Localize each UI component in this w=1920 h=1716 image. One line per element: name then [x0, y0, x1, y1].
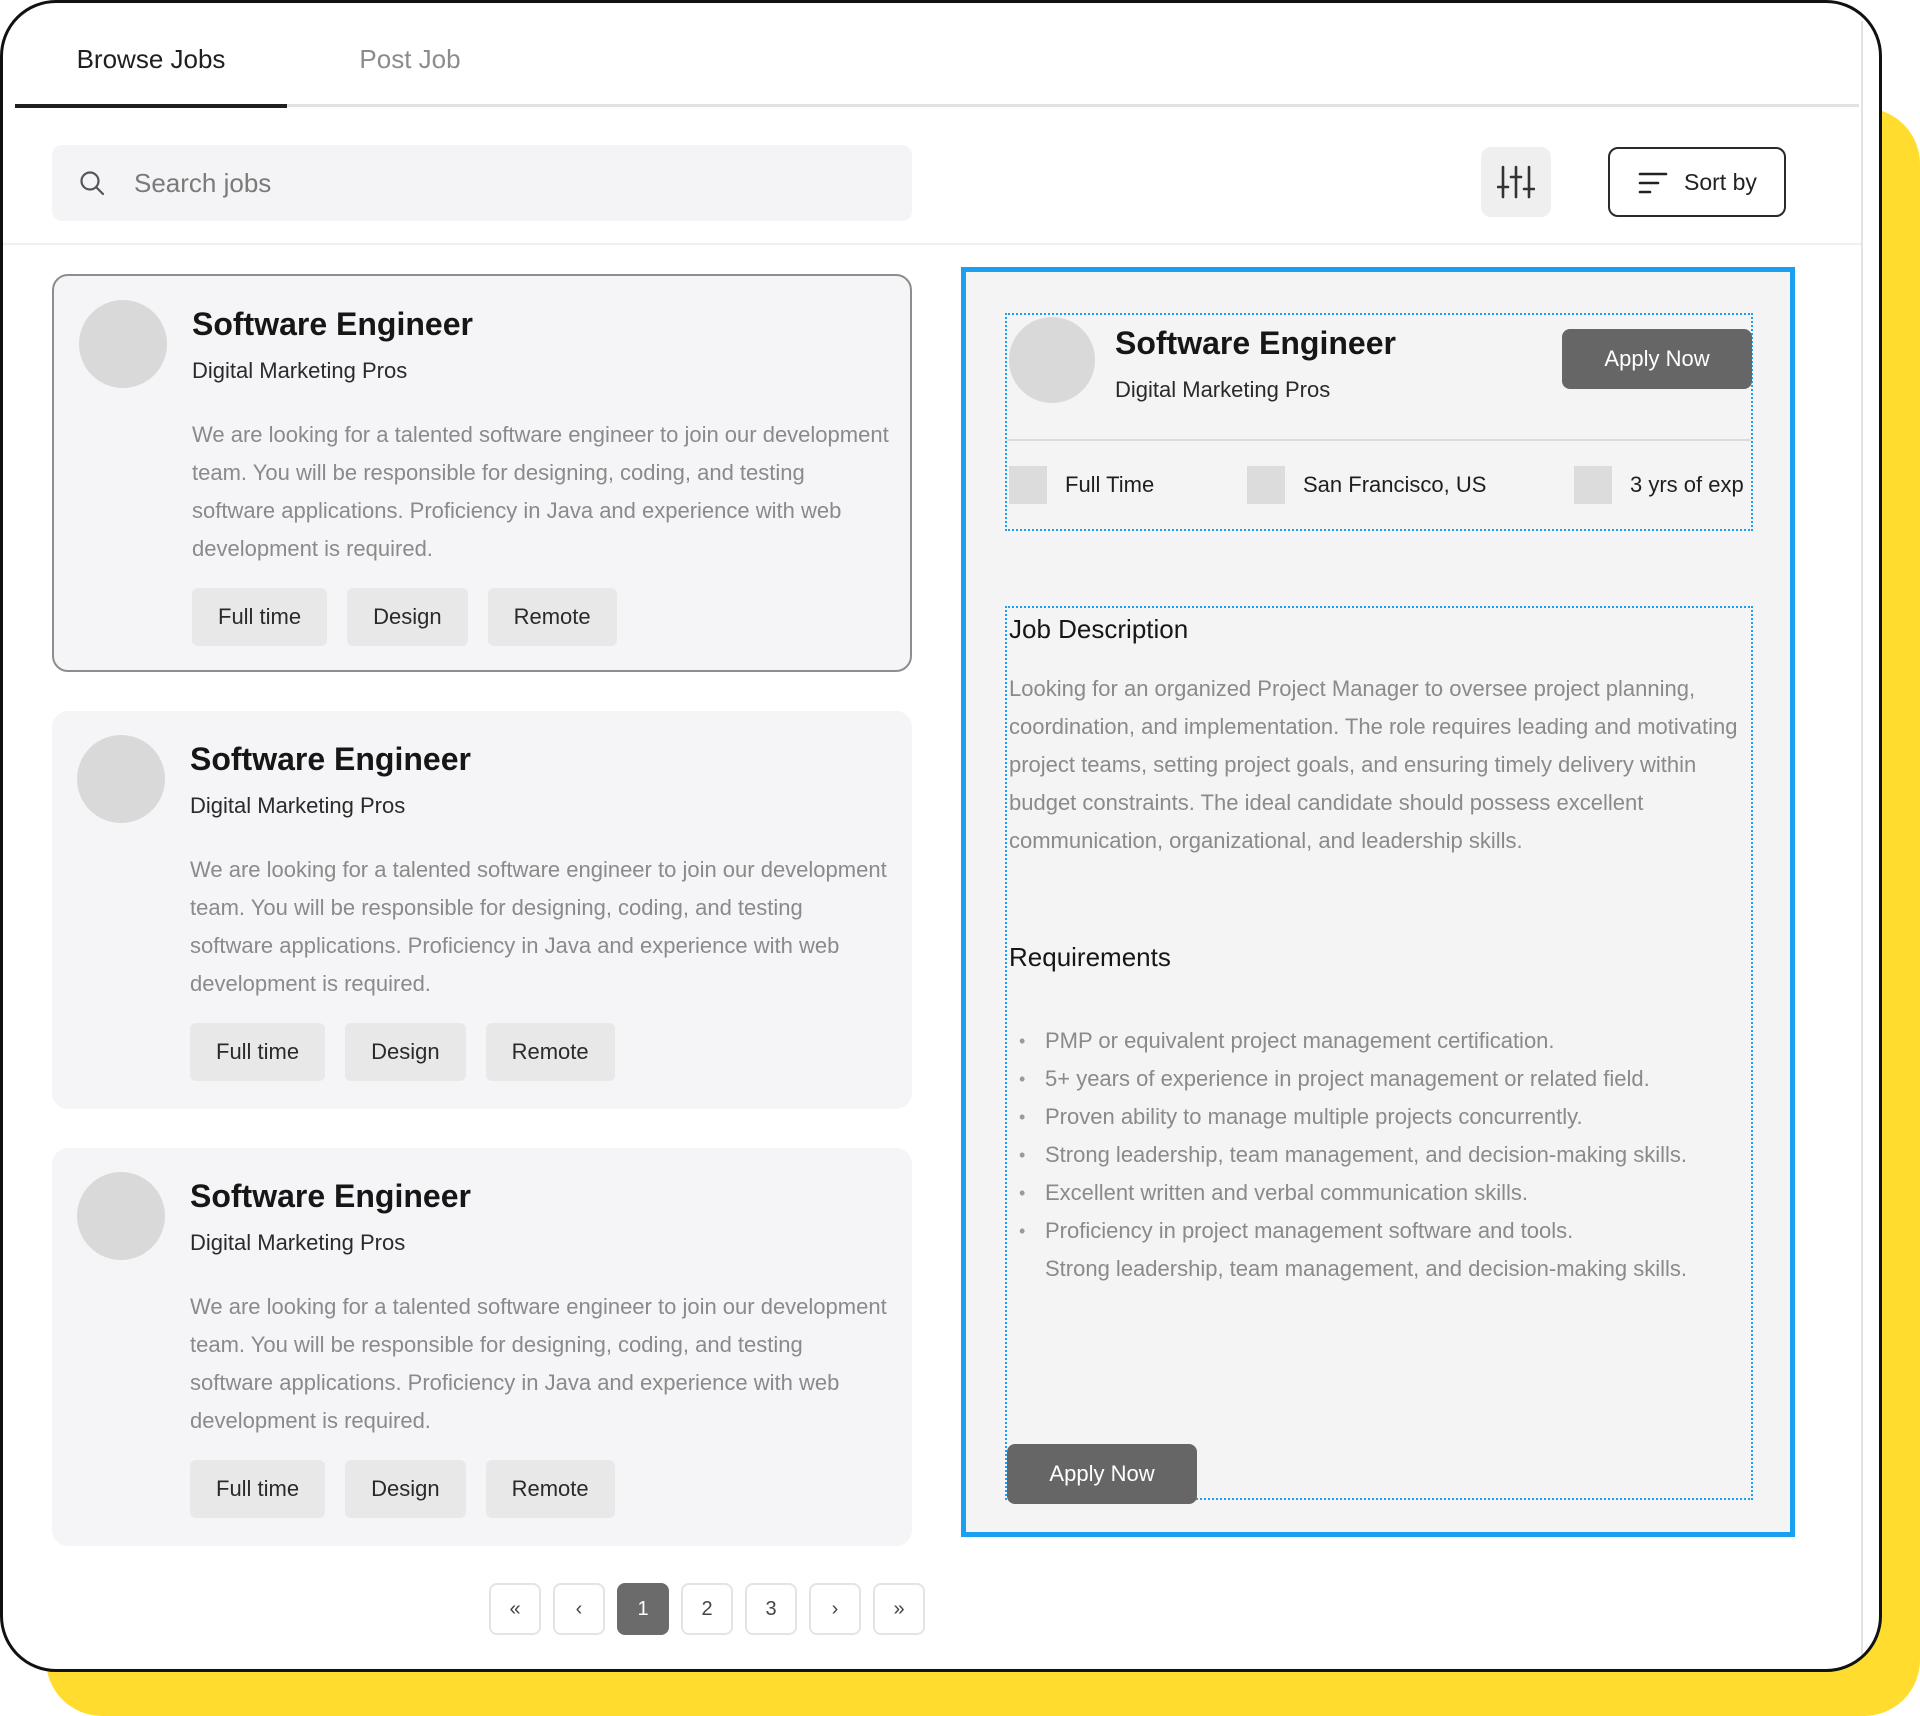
job-description: We are looking for a talented software e… — [192, 422, 889, 561]
detail-company-name: Digital Marketing Pros — [1115, 377, 1331, 402]
requirement-item: 5+ years of experience in project manage… — [1019, 1060, 1719, 1098]
job-detail-body: Job Description Looking for an organized… — [1005, 606, 1753, 1504]
job-card-1[interactable]: Software Engineer Digital Marketing Pros… — [52, 274, 912, 672]
search-input[interactable] — [134, 157, 874, 209]
requirements-heading: Requirements — [1009, 942, 1171, 972]
header-divider — [1007, 439, 1751, 441]
job-title: Software Engineer — [190, 741, 471, 777]
first-page-button[interactable]: « — [489, 1583, 541, 1635]
requirement-item: Strong leadership, team management, and … — [1019, 1136, 1719, 1174]
sort-lines-icon — [1638, 172, 1668, 194]
app-window: Browse Jobs Post Job Search jobs Sort by… — [0, 0, 1882, 1672]
requirement-item: PMP or equivalent project management cer… — [1019, 1022, 1719, 1060]
job-title: Software Engineer — [190, 1178, 471, 1214]
job-detail-panel: Software Engineer Digital Marketing Pros… — [961, 267, 1795, 1537]
last-page-button[interactable]: » — [873, 1583, 925, 1635]
job-description-text: Looking for an organized Project Manager… — [1009, 676, 1738, 853]
clock-icon — [1574, 466, 1612, 504]
company-name: Digital Marketing Pros — [190, 1230, 406, 1255]
page-1-button[interactable]: 1 — [617, 1583, 669, 1635]
pagination: « ‹ 1 2 3 › » — [489, 1583, 925, 1635]
tag-location-type[interactable]: Remote — [485, 1460, 615, 1518]
meta-text: San Francisco, US — [1303, 472, 1487, 497]
tag-location-type[interactable]: Remote — [485, 1023, 615, 1081]
meta-text: 3 yrs of exp — [1630, 472, 1744, 497]
requirement-item: Proven ability to manage multiple projec… — [1019, 1098, 1719, 1136]
job-card-3[interactable]: Software Engineer Digital Marketing Pros… — [52, 1148, 912, 1546]
company-avatar — [77, 1172, 165, 1260]
tag-category[interactable]: Design — [347, 588, 468, 646]
tag-location-type[interactable]: Remote — [487, 588, 617, 646]
toolbar: Sort by — [3, 109, 1861, 245]
tag-employment-type[interactable]: Full time — [190, 1460, 326, 1518]
meta-location: San Francisco, US — [1247, 465, 1486, 505]
sort-button-label: Sort by — [1684, 169, 1757, 195]
tag-category[interactable]: Design — [345, 1460, 466, 1518]
requirement-item: Proficiency in project management softwa… — [1019, 1212, 1719, 1250]
meta-experience: 3 yrs of exp — [1574, 465, 1755, 505]
job-card-2[interactable]: Software Engineer Digital Marketing Pros… — [52, 711, 912, 1109]
company-name: Digital Marketing Pros — [192, 358, 408, 383]
search-bar — [52, 145, 912, 221]
detail-job-title: Software Engineer — [1115, 325, 1396, 361]
tab-browse-jobs[interactable]: Browse Jobs — [15, 3, 287, 108]
tag-employment-type[interactable]: Full time — [192, 588, 328, 646]
job-description: We are looking for a talented software e… — [190, 1294, 887, 1433]
tag-category[interactable]: Design — [345, 1023, 466, 1081]
briefcase-icon — [1009, 466, 1047, 504]
page-3-button[interactable]: 3 — [745, 1583, 797, 1635]
job-tags: Full time Design Remote — [190, 1023, 615, 1081]
prev-page-button[interactable]: ‹ — [553, 1583, 605, 1635]
next-page-button[interactable]: › — [809, 1583, 861, 1635]
company-name: Digital Marketing Pros — [190, 793, 406, 818]
company-avatar — [79, 300, 167, 388]
page-2-button[interactable]: 2 — [681, 1583, 733, 1635]
job-tags: Full time Design Remote — [192, 588, 617, 646]
filter-button[interactable] — [1481, 147, 1551, 217]
job-detail-header: Software Engineer Digital Marketing Pros… — [1005, 313, 1753, 531]
sliders-icon — [1497, 165, 1535, 199]
job-description-heading: Job Description — [1009, 614, 1189, 644]
sort-button[interactable]: Sort by — [1608, 147, 1786, 217]
job-description: We are looking for a talented software e… — [190, 857, 887, 996]
job-title: Software Engineer — [192, 306, 473, 342]
apply-now-button-bottom[interactable]: Apply Now — [1007, 1444, 1197, 1504]
job-tags: Full time Design Remote — [190, 1460, 615, 1518]
meta-text: Full Time — [1065, 472, 1155, 497]
window-edge-rule — [1861, 21, 1863, 1661]
requirement-item: Excellent written and verbal communicati… — [1019, 1174, 1719, 1212]
company-avatar — [77, 735, 165, 823]
tag-employment-type[interactable]: Full time — [190, 1023, 326, 1081]
requirements-list: PMP or equivalent project management cer… — [1019, 1022, 1719, 1288]
tab-bar: Browse Jobs Post Job — [15, 3, 1859, 108]
apply-now-button-top[interactable]: Apply Now — [1562, 329, 1752, 389]
meta-employment-type: Full Time — [1009, 465, 1154, 505]
search-icon — [80, 171, 105, 196]
tab-post-job[interactable]: Post Job — [287, 3, 533, 107]
requirement-item: Strong leadership, team management, and … — [1045, 1256, 1687, 1281]
location-pin-icon — [1247, 466, 1285, 504]
company-avatar — [1009, 317, 1095, 403]
